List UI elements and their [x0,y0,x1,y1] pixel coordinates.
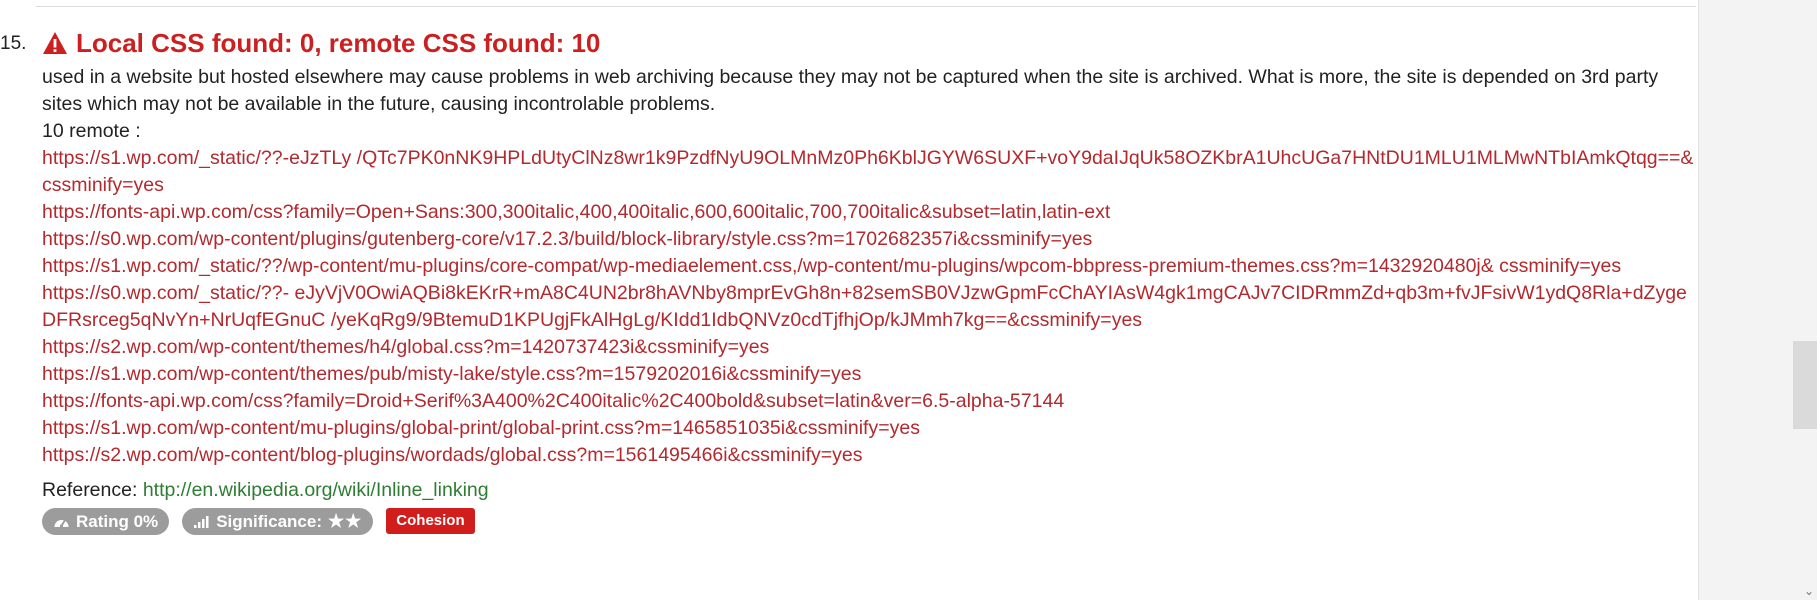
star-icons: ★★ [328,510,363,531]
reference: Reference: http://en.wikipedia.org/wiki/… [42,477,1694,504]
rating-text: Rating 0% [76,511,159,531]
remote-css-url[interactable]: https://s2.wp.com/wp-content/blog-plugin… [42,442,1694,469]
remote-css-url[interactable]: https://fonts-api.wp.com/css?family=Droi… [42,388,1694,415]
signal-icon [193,514,210,529]
rating-badge: Rating 0% [42,507,170,535]
dashboard-icon [53,514,70,529]
issue-title: Local CSS found: 0, remote CSS found: 10 [42,26,600,60]
remote-css-list: https://s1.wp.com/_static/??-eJzTLy /QTc… [42,145,1694,469]
scroll-thumb[interactable] [1793,341,1817,429]
significance-badge: Significance: ★★ [182,507,374,535]
category-tag: Cohesion [386,508,475,534]
reference-label: Reference: [42,479,138,501]
reference-link[interactable]: http://en.wikipedia.org/wiki/Inline_link… [143,479,489,501]
remote-count: 10 remote : [42,120,141,142]
issue-body: used in a website but hosted elsewhere m… [42,64,1694,535]
remote-css-url[interactable]: https://s0.wp.com/_static/??- eJyVjV0Owi… [42,280,1694,334]
warning-icon [42,31,68,55]
divider [36,6,1696,7]
remote-css-url[interactable]: https://fonts-api.wp.com/css?family=Open… [42,199,1694,226]
remote-css-url[interactable]: https://s2.wp.com/wp-content/themes/h4/g… [42,334,1694,361]
vertical-scrollbar[interactable]: ⌄ [1698,0,1817,600]
badge-row: Rating 0% Significance: ★★ Cohesion [42,507,1694,535]
remote-css-url[interactable]: https://s1.wp.com/wp-content/themes/pub/… [42,361,1694,388]
issue-description: used in a website but hosted elsewhere m… [42,66,1659,115]
report-page: 15. Local CSS found: 0, remote CSS found… [0,0,1698,600]
chevron-down-icon[interactable]: ⌄ [1804,584,1814,598]
significance-text: Significance: [216,511,322,531]
issue-title-text: Local CSS found: 0, remote CSS found: 10 [76,28,601,58]
remote-css-url[interactable]: https://s1.wp.com/wp-content/mu-plugins/… [42,415,1694,442]
item-number: 15. [0,33,27,54]
remote-css-url[interactable]: https://s1.wp.com/_static/??-eJzTLy /QTc… [42,145,1694,199]
remote-css-url[interactable]: https://s1.wp.com/_static/??/wp-content/… [42,253,1694,280]
remote-css-url[interactable]: https://s0.wp.com/wp-content/plugins/gut… [42,226,1694,253]
